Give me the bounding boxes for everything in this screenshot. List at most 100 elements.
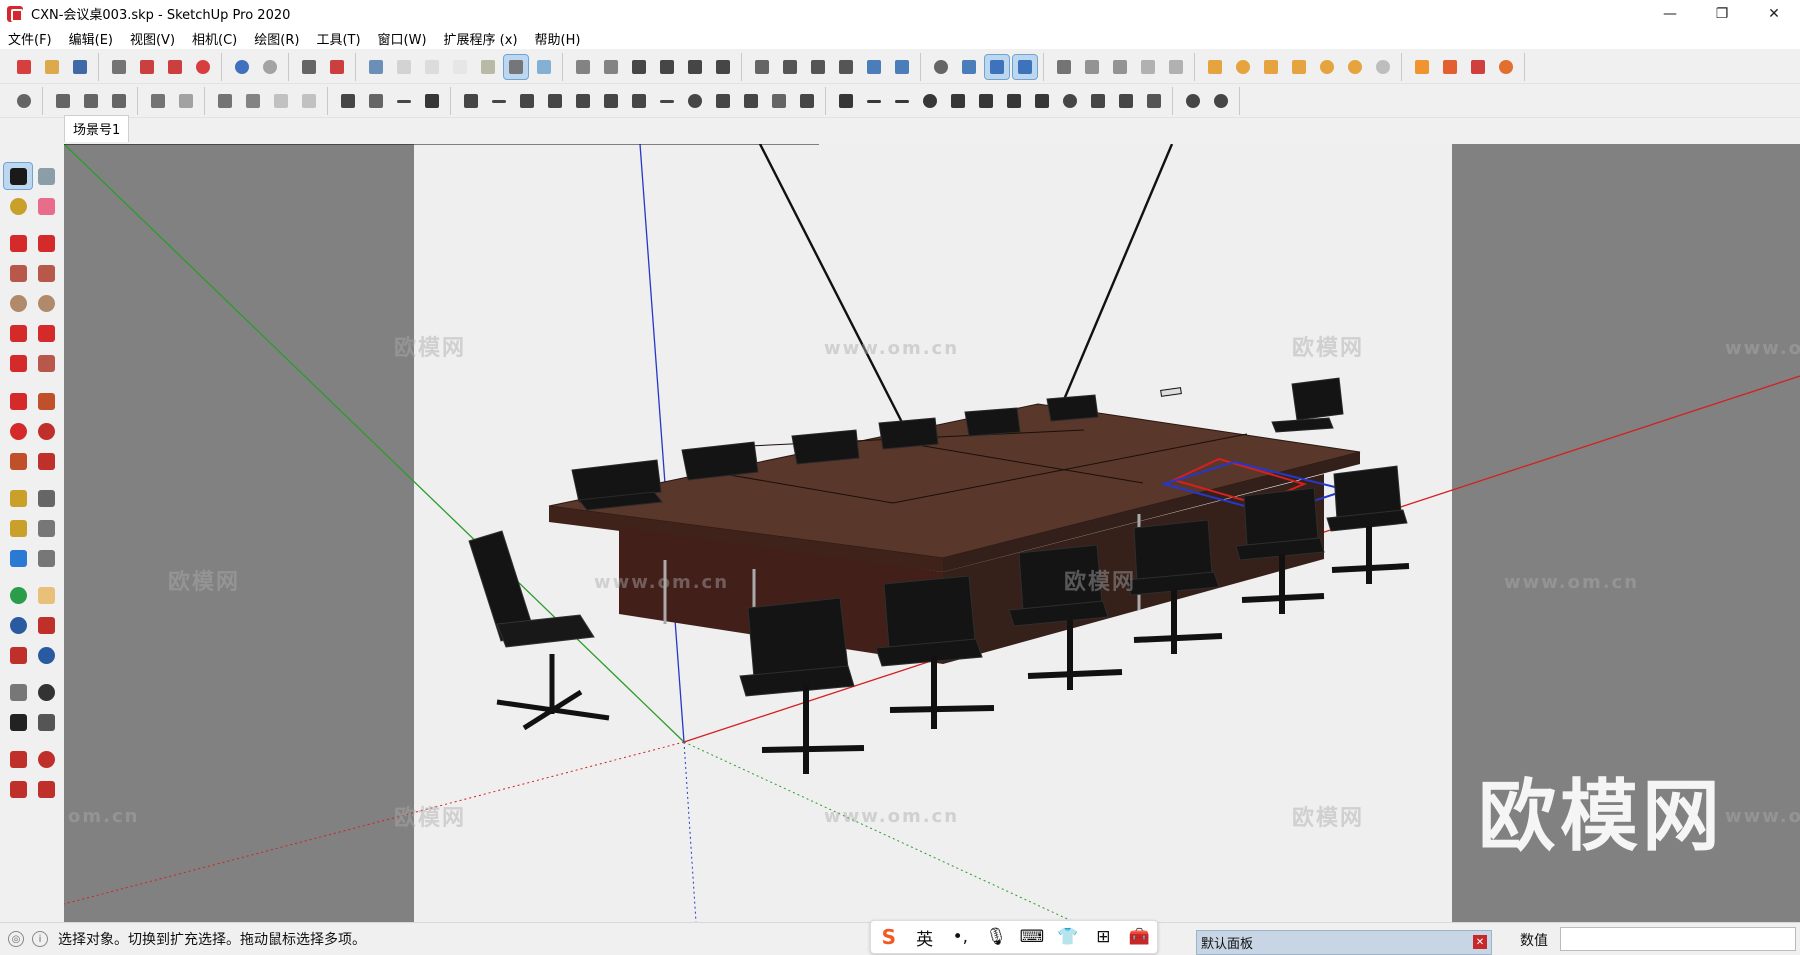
cursor-icon[interactable] (1114, 89, 1138, 113)
weld-icon[interactable] (627, 89, 651, 113)
geo-location-icon[interactable]: ◎ (8, 931, 24, 947)
save-icon[interactable] (68, 55, 92, 79)
spline-icon[interactable] (543, 89, 567, 113)
ruby-icon[interactable] (1466, 55, 1490, 79)
scene-tab-1[interactable]: 场景号1 (64, 115, 130, 142)
rotated-rect-tool[interactable] (32, 260, 60, 286)
ruby-console-tool[interactable] (32, 776, 60, 802)
pyramid-icon[interactable] (1030, 89, 1054, 113)
minimize-button[interactable]: — (1644, 0, 1696, 27)
bar-steps-icon[interactable] (420, 89, 444, 113)
layer-stack-icon[interactable] (146, 89, 170, 113)
position-camera-tool[interactable] (4, 679, 32, 705)
menu-draw[interactable]: 绘图(R) (254, 29, 299, 48)
cut-icon[interactable] (107, 55, 131, 79)
offset-tool[interactable] (32, 448, 60, 474)
previous-view-tool[interactable] (32, 642, 60, 668)
back-view-icon[interactable] (683, 55, 707, 79)
layers-icon[interactable] (1438, 55, 1462, 79)
left-view-icon[interactable] (711, 55, 735, 79)
cloud-icon[interactable] (107, 89, 131, 113)
divide-icon[interactable] (487, 89, 511, 113)
back-edges-icon[interactable] (392, 55, 416, 79)
push-pull-tool[interactable] (32, 388, 60, 414)
menu-file[interactable]: 文件(F) (8, 29, 52, 48)
default-tray-panel[interactable]: 默认面板 ✕ (1196, 930, 1492, 955)
section-plane-icon[interactable] (929, 55, 953, 79)
arc-3pt-tool[interactable] (4, 350, 32, 376)
layout-tool[interactable] (4, 776, 32, 802)
menu-help[interactable]: 帮助(H) (535, 29, 581, 48)
paste-icon[interactable] (163, 55, 187, 79)
arch-icon[interactable] (834, 89, 858, 113)
punctuation-icon[interactable]: •, (947, 927, 973, 947)
refresh-badge-icon[interactable] (1209, 89, 1233, 113)
measurements-input[interactable] (1560, 927, 1796, 951)
warehouse-tool[interactable] (4, 746, 32, 772)
dot-grid-icon[interactable] (1058, 89, 1082, 113)
hatch-icon[interactable] (1164, 55, 1188, 79)
arc-frame-icon[interactable] (571, 89, 595, 113)
select-tool[interactable] (3, 162, 33, 190)
dome-icon[interactable] (1343, 55, 1367, 79)
close-button[interactable]: ✕ (1748, 0, 1800, 27)
skin-icon[interactable]: 👕 (1055, 927, 1081, 947)
3d-text-tool[interactable] (32, 545, 60, 571)
menu-view[interactable]: 视图(V) (130, 29, 175, 48)
funnel-icon[interactable] (1203, 55, 1227, 79)
bezier-icon[interactable] (515, 89, 539, 113)
front-view-icon[interactable] (627, 55, 651, 79)
info-icon[interactable]: i (32, 931, 48, 947)
column-icon[interactable] (364, 89, 388, 113)
rotate-tool[interactable] (4, 418, 32, 444)
comb-icon[interactable] (974, 89, 998, 113)
image-layer-icon[interactable] (174, 89, 198, 113)
subtract-icon[interactable] (890, 55, 914, 79)
menu-camera[interactable]: 相机(C) (192, 29, 237, 48)
dimension-tool[interactable] (32, 485, 60, 511)
zoom-window-tool[interactable] (32, 612, 60, 638)
scale-tool[interactable] (4, 448, 32, 474)
sphere-icon[interactable] (1371, 55, 1395, 79)
group-icon[interactable] (778, 55, 802, 79)
circle-tool[interactable] (4, 290, 32, 316)
wave-icon[interactable] (890, 89, 914, 113)
xray-icon[interactable] (364, 55, 388, 79)
toolbox-icon[interactable]: 🧰 (1126, 927, 1152, 947)
teapot-icon[interactable] (51, 89, 75, 113)
cube-dark-icon[interactable] (1086, 89, 1110, 113)
broom-icon[interactable] (1142, 89, 1166, 113)
hidden-line-icon[interactable] (448, 55, 472, 79)
cross-diamond-icon[interactable] (739, 89, 763, 113)
menu-edit[interactable]: 编辑(E) (69, 29, 113, 48)
hand-icon[interactable] (79, 89, 103, 113)
new-file-icon[interactable] (12, 55, 36, 79)
apps-grid-icon[interactable]: ⊞ (1090, 927, 1116, 947)
stairs-icon[interactable] (336, 89, 360, 113)
tape-measure-tool[interactable] (4, 485, 32, 511)
window-frame-icon[interactable] (213, 89, 237, 113)
intersect-icon[interactable] (834, 55, 858, 79)
walk-tool[interactable] (4, 709, 32, 735)
tag-icon[interactable] (795, 89, 819, 113)
shaded-textures-icon[interactable] (503, 53, 529, 80)
extension-warehouse-tool[interactable] (32, 746, 60, 772)
union-icon[interactable] (862, 55, 886, 79)
eraser-tool[interactable] (32, 193, 60, 219)
model-viewport[interactable]: 欧模网 www.om.cn 欧模网 www.o 欧模网 www.om.cn 欧模… (64, 144, 1800, 922)
section-tool[interactable] (32, 709, 60, 735)
print-icon[interactable] (297, 55, 321, 79)
copy-icon[interactable] (135, 55, 159, 79)
iso-view-icon[interactable] (571, 55, 595, 79)
top-view-icon[interactable] (599, 55, 623, 79)
open-box-icon[interactable] (1108, 55, 1132, 79)
freehand-tool[interactable] (32, 230, 60, 256)
paint-tool[interactable] (4, 193, 32, 219)
axes-tool[interactable] (4, 545, 32, 571)
open-folder-icon[interactable] (40, 55, 64, 79)
microphone-icon[interactable]: 🎙 (983, 927, 1009, 947)
grass-icon[interactable] (1136, 55, 1160, 79)
orbit-tool[interactable] (4, 582, 32, 608)
ime-mode-toggle[interactable]: 英 (912, 925, 938, 950)
twist-icon[interactable] (599, 89, 623, 113)
